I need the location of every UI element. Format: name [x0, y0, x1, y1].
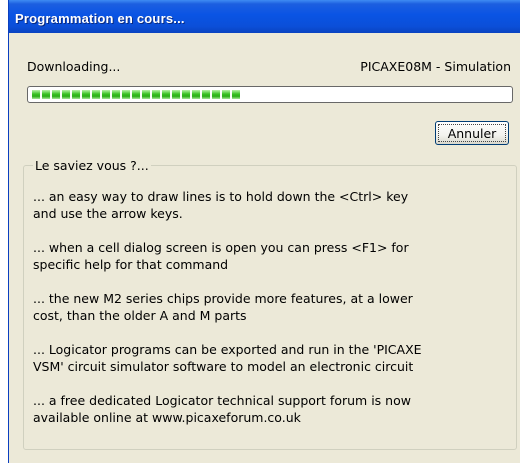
- progress-segment: [132, 90, 140, 99]
- tip-item: ... the new M2 series chips provide more…: [33, 291, 413, 323]
- tips-list: ... an easy way to draw lines is to hold…: [33, 188, 511, 443]
- status-text: Downloading...: [27, 59, 121, 74]
- tip-item: ... a free dedicated Logicator technical…: [33, 393, 411, 425]
- title-bar[interactable]: Programmation en cours...: [9, 0, 520, 33]
- cancel-button-label: Annuler: [438, 124, 506, 142]
- progress-segment: [102, 90, 110, 99]
- progress-segment: [112, 90, 120, 99]
- progress-segment: [82, 90, 90, 99]
- progress-segment: [122, 90, 130, 99]
- tip-item: ... an easy way to draw lines is to hold…: [33, 189, 409, 221]
- progress-segment: [162, 90, 170, 99]
- progress-bar: [27, 86, 513, 103]
- progress-segment: [232, 90, 240, 99]
- progress-segment: [212, 90, 220, 99]
- progress-segment: [142, 90, 150, 99]
- progress-segment: [52, 90, 60, 99]
- progress-segment: [42, 90, 50, 99]
- programming-dialog: Programmation en cours... Downloading...…: [8, 0, 520, 463]
- progress-segment: [72, 90, 80, 99]
- cancel-button[interactable]: Annuler: [435, 121, 509, 145]
- progress-segment: [222, 90, 230, 99]
- progress-segment: [62, 90, 70, 99]
- tip-item: ... Logicator programs can be exported a…: [33, 342, 422, 374]
- tip-item: ... when a cell dialog screen is open yo…: [33, 240, 409, 272]
- progress-segment: [152, 90, 160, 99]
- progress-segment: [32, 90, 40, 99]
- progress-segment: [202, 90, 210, 99]
- tips-heading: Le saviez vous ?...: [33, 158, 151, 173]
- progress-segment: [192, 90, 200, 99]
- device-label: PICAXE08M - Simulation: [360, 59, 511, 74]
- progress-fill: [32, 90, 240, 99]
- dialog-title: Programmation en cours...: [15, 11, 185, 26]
- progress-segment: [172, 90, 180, 99]
- progress-segment: [182, 90, 190, 99]
- progress-segment: [92, 90, 100, 99]
